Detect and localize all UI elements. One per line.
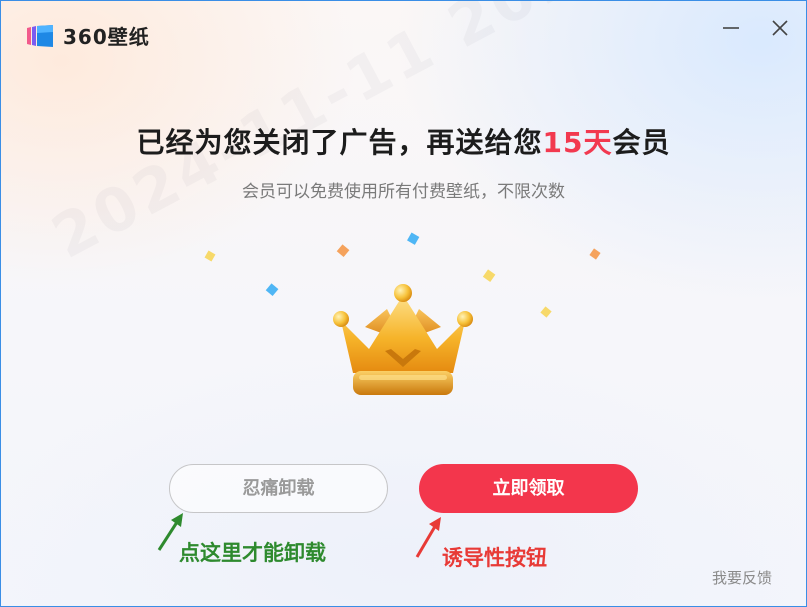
dialog-window: 2024-11-11 2024-11-11 0-0C-29-1 360壁纸 已经…: [0, 0, 807, 607]
claim-annotation: 诱导性按钮: [442, 546, 547, 570]
feedback-link[interactable]: 我要反馈: [712, 567, 772, 588]
uninstall-annotation: 点这里才能卸载: [179, 541, 326, 565]
crown-icon: [333, 284, 473, 395]
uninstall-button[interactable]: 忍痛卸载: [169, 464, 388, 513]
claim-button[interactable]: 立即领取: [419, 464, 638, 513]
red-arrow-icon: [415, 517, 441, 558]
